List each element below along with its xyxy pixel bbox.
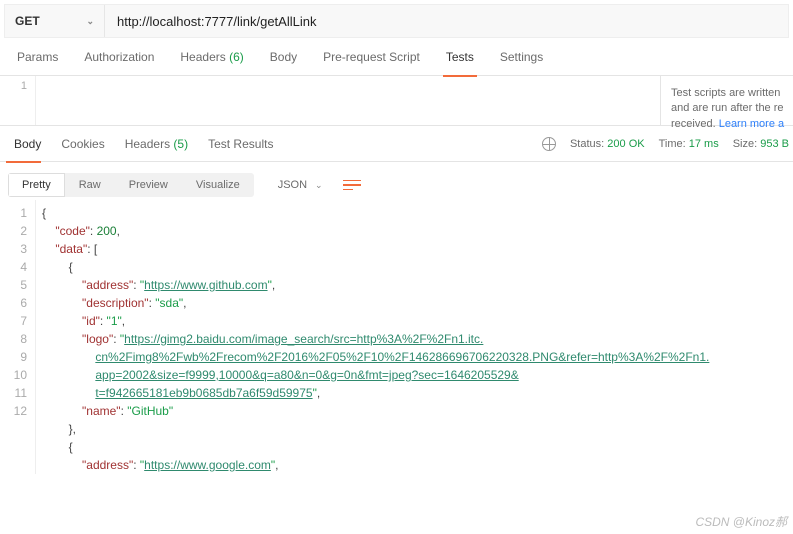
view-preview[interactable]: Preview (115, 173, 182, 197)
tab-authorization[interactable]: Authorization (71, 38, 167, 76)
size-meta: Size: 953 B (733, 138, 789, 150)
view-mode-group: Pretty Raw Preview Visualize (8, 173, 254, 197)
tab-params[interactable]: Params (4, 38, 71, 76)
view-visualize[interactable]: Visualize (182, 173, 254, 197)
watermark: CSDN @Kinoz郝 (695, 513, 787, 530)
tab-body[interactable]: Body (257, 38, 310, 76)
response-tabs: Body Cookies Headers (5) Test Results (4, 126, 283, 162)
wrap-lines-icon[interactable] (343, 178, 361, 192)
help-panel: Test scripts are written and are run aft… (660, 76, 793, 125)
tab-headers[interactable]: Headers (6) (167, 38, 256, 76)
learn-more-link[interactable]: Learn more a (719, 118, 784, 130)
http-method-select[interactable]: GET ⌄ (5, 5, 105, 37)
editor-gutter: 1 (0, 76, 36, 125)
globe-icon[interactable] (542, 137, 556, 151)
tab-prerequest[interactable]: Pre-request Script (310, 38, 433, 76)
resp-tab-testresults[interactable]: Test Results (198, 126, 283, 162)
view-pretty[interactable]: Pretty (8, 173, 65, 197)
chevron-down-icon: ⌄ (315, 180, 323, 191)
tests-editor[interactable] (36, 76, 660, 125)
json-body[interactable]: { "code": 200, "data": [ { "address": "h… (36, 200, 793, 474)
tab-settings[interactable]: Settings (487, 38, 556, 76)
tab-tests[interactable]: Tests (433, 38, 487, 76)
status-meta: Status: 200 OK (570, 138, 645, 150)
format-select[interactable]: JSON ⌄ (268, 173, 333, 197)
resp-tab-body[interactable]: Body (4, 126, 51, 162)
json-gutter: 123456789101112 (0, 200, 36, 474)
view-raw[interactable]: Raw (65, 173, 115, 197)
time-meta: Time: 17 ms (659, 138, 719, 150)
request-tabs: Params Authorization Headers (6) Body Pr… (0, 38, 793, 76)
resp-tab-headers[interactable]: Headers (5) (115, 126, 198, 162)
url-input[interactable] (105, 5, 788, 37)
resp-tab-cookies[interactable]: Cookies (51, 126, 114, 162)
chevron-down-icon: ⌄ (86, 16, 94, 27)
http-method-value: GET (15, 14, 40, 28)
